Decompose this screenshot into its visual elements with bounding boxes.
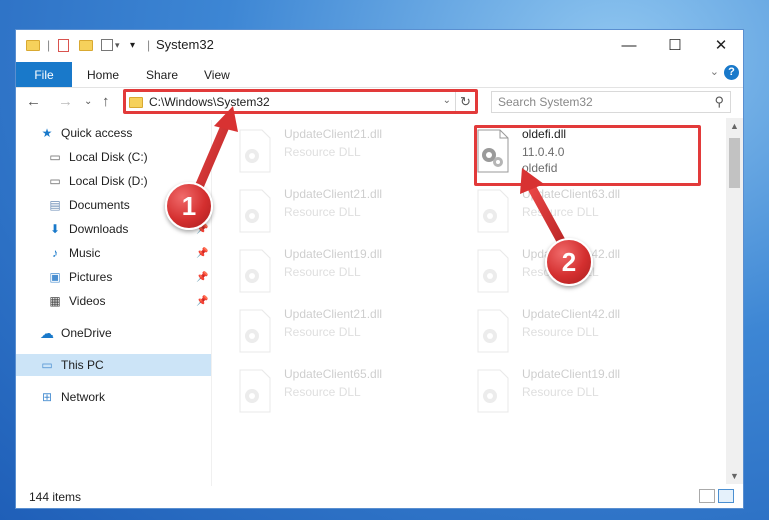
callout-badge-2: 2: [545, 238, 593, 286]
arrow-2: [520, 168, 571, 255]
callout-arrows: [191, 106, 571, 255]
callout-badge-1: 1: [165, 182, 213, 230]
arrow-1: [191, 106, 238, 199]
